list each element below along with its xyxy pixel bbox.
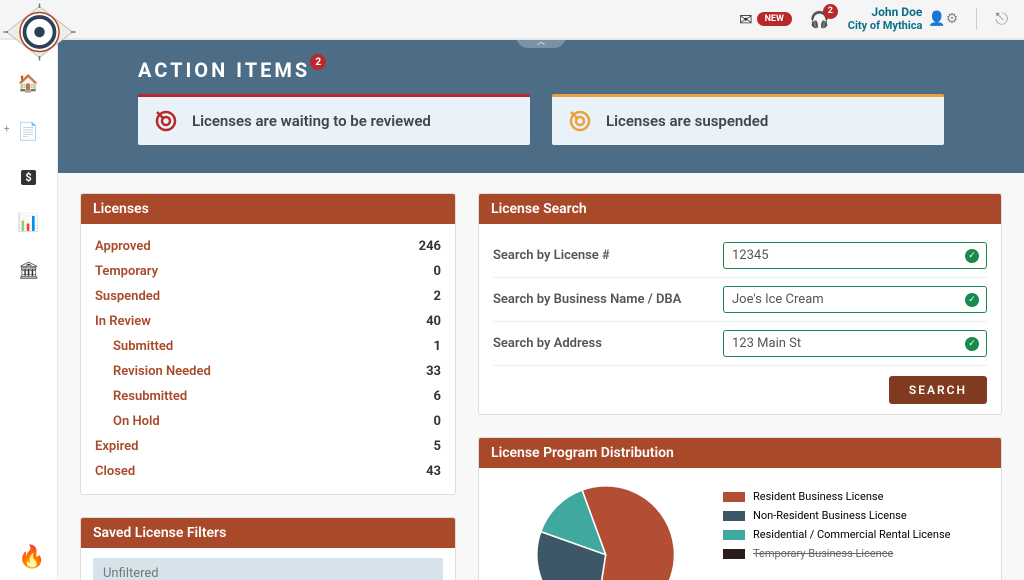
search-label: Search by Business Name / DBA <box>493 292 723 307</box>
nav-admin-icon[interactable]: 🏛 <box>18 261 40 281</box>
panel-header: Licenses <box>81 194 455 224</box>
panel-header: License Program Distribution <box>479 438 1001 468</box>
licenses-panel: Licenses Approved 246 Temporary 0 Suspended 2… <box>80 193 456 495</box>
action-items-count: 2 <box>310 54 326 70</box>
search-label: Search by License # <box>493 248 723 263</box>
license-status-value: 6 <box>434 389 441 404</box>
legend-swatch <box>723 492 745 502</box>
license-status-value: 1 <box>434 339 441 354</box>
license-status-label: Closed <box>95 464 135 479</box>
envelope-icon: ✉ <box>739 10 752 29</box>
legend-label: Residential / Commercial Rental License <box>753 528 950 541</box>
action-items-banner: ︿ ACTION ITEMS 2 Licenses are waiting to… <box>58 40 1024 173</box>
license-status-label: Resubmitted <box>113 389 187 404</box>
license-status-label: Submitted <box>113 339 173 354</box>
nav-flame-icon[interactable]: 🔥 <box>18 545 45 570</box>
support-count: 2 <box>823 4 838 19</box>
pie-chart <box>493 482 703 580</box>
license-status-label: Approved <box>95 239 151 254</box>
user-menu[interactable]: John Doe City of Mythica <box>848 6 923 31</box>
nav-add-document-icon[interactable]: +📄 <box>18 122 39 142</box>
legend-swatch <box>723 530 745 540</box>
license-status-label: Expired <box>95 439 138 454</box>
target-icon <box>154 109 178 133</box>
license-status-row[interactable]: Closed 43 <box>95 459 441 484</box>
license-status-row[interactable]: Approved 246 <box>95 234 441 259</box>
legend-label: Temporary Business Licence <box>753 547 893 560</box>
banner-collapse-tab[interactable]: ︿ <box>516 40 566 48</box>
action-card-suspended[interactable]: Licenses are suspended <box>552 94 944 145</box>
license-status-row[interactable]: Revision Needed 33 <box>95 359 441 384</box>
license-status-row[interactable]: Resubmitted 6 <box>95 384 441 409</box>
new-badge: NEW <box>757 12 792 26</box>
nav-payment-icon[interactable]: $ <box>21 170 35 185</box>
legend-swatch <box>723 511 745 521</box>
legend-label: Resident Business License <box>753 490 883 503</box>
license-search-panel: License Search Search by License #✓Searc… <box>478 193 1002 415</box>
user-name: John Doe <box>848 6 923 19</box>
license-status-row[interactable]: Suspended 2 <box>95 284 441 309</box>
license-status-row[interactable]: Temporary 0 <box>95 259 441 284</box>
panel-header: Saved License Filters <box>81 518 455 548</box>
search-row: Search by License # ✓ <box>493 234 987 278</box>
search-row: Search by Business Name / DBA ✓ <box>493 278 987 322</box>
legend-item[interactable]: Non-Resident Business License <box>723 509 950 522</box>
valid-check-icon: ✓ <box>965 249 979 263</box>
search-button[interactable]: SEARCH <box>889 376 987 404</box>
license-status-value: 0 <box>434 414 441 429</box>
license-status-value: 0 <box>434 264 441 279</box>
user-settings-icon[interactable]: 👤⚙ <box>928 11 958 27</box>
license-status-row[interactable]: In Review 40 <box>95 309 441 334</box>
license-status-value: 33 <box>426 364 441 379</box>
action-card-text: Licenses are suspended <box>606 112 768 130</box>
license-status-label: Temporary <box>95 264 158 279</box>
search-input[interactable] <box>723 242 987 269</box>
license-status-label: In Review <box>95 314 151 329</box>
legend-item[interactable]: Resident Business License <box>723 490 950 503</box>
license-status-row[interactable]: Expired 5 <box>95 434 441 459</box>
license-distribution-panel: License Program Distribution Resident Bu… <box>478 437 1002 580</box>
license-status-label: Revision Needed <box>113 364 211 379</box>
license-status-row[interactable]: Submitted 1 <box>95 334 441 359</box>
search-input[interactable] <box>723 286 987 313</box>
filter-item-unfiltered[interactable]: Unfiltered <box>93 558 443 580</box>
logout-icon[interactable]: ⎋ <box>995 9 1008 29</box>
license-status-label: Suspended <box>95 289 160 304</box>
search-row: Search by Address ✓ <box>493 322 987 366</box>
support-button[interactable]: 🎧 2 <box>810 10 830 29</box>
divider <box>976 8 977 30</box>
license-status-value: 40 <box>426 314 441 329</box>
license-status-value: 2 <box>434 289 441 304</box>
legend-label: Non-Resident Business License <box>753 509 907 522</box>
license-status-value: 43 <box>426 464 441 479</box>
legend-swatch <box>723 549 745 559</box>
action-card-text: Licenses are waiting to be reviewed <box>192 112 431 130</box>
nav-home-icon[interactable]: 🏠 <box>18 74 39 94</box>
legend-item[interactable]: Residential / Commercial Rental License <box>723 528 950 541</box>
valid-check-icon: ✓ <box>965 337 979 351</box>
search-label: Search by Address <box>493 336 723 351</box>
license-status-label: On Hold <box>113 414 160 429</box>
user-city: City of Mythica <box>848 20 923 32</box>
action-items-title: ACTION ITEMS 2 <box>138 58 310 82</box>
target-icon <box>568 109 592 133</box>
notifications-mail[interactable]: ✉ NEW <box>739 10 792 29</box>
action-card-review[interactable]: Licenses are waiting to be reviewed <box>138 94 530 145</box>
license-status-value: 246 <box>419 239 441 254</box>
nav-reports-icon[interactable]: 📊 <box>18 213 39 233</box>
valid-check-icon: ✓ <box>965 293 979 307</box>
app-logo <box>2 2 77 62</box>
license-status-row[interactable]: On Hold 0 <box>95 409 441 434</box>
search-input[interactable] <box>723 330 987 357</box>
legend-item[interactable]: Temporary Business Licence <box>723 547 950 560</box>
license-status-value: 5 <box>434 439 441 454</box>
saved-filters-panel: Saved License Filters Unfiltered <box>80 517 456 580</box>
panel-header: License Search <box>479 194 1001 224</box>
